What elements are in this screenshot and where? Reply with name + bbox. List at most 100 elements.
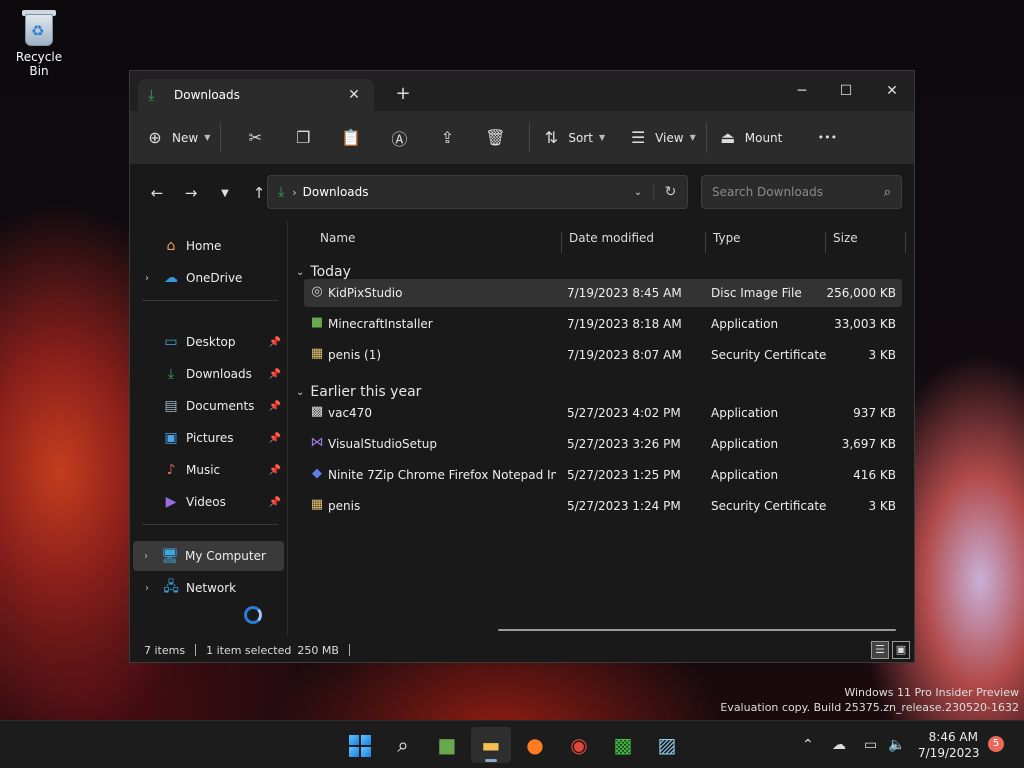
tab-close-icon[interactable]: ✕ [344,87,364,103]
chevron-down-icon: ⌄ [296,266,305,278]
file-size: 3 KB [868,348,896,362]
taskbar-image-app[interactable]: ▨ [647,727,687,763]
network-icon: 🖧 [163,579,179,595]
taskbar-firefox[interactable]: ● [515,727,555,763]
share-button[interactable]: ⇪ [423,120,471,156]
details-view-icon: ☰ [875,643,885,656]
recycle-bin-shortcut[interactable]: ♻ Recycle Bin [6,8,72,78]
tiles-view-icon: ▣ [895,643,907,656]
group-header-earlier-this-year[interactable]: ⌄ Earlier this year [296,384,421,400]
show-hidden-icons-button[interactable]: ⌃ [802,721,814,768]
pin-icon[interactable]: 📌 [265,433,285,444]
sidebar-item-desktop[interactable]: ▭ Desktop 📌 [134,327,285,357]
file-row[interactable]: ▦ penis (1) 7/19/2023 8:07 AM Security C… [304,341,902,369]
taskbar-file-explorer[interactable]: ▬ [471,727,511,763]
minimize-button[interactable]: ─ [782,77,822,105]
column-header-date[interactable]: Date modified [569,231,654,245]
pin-icon[interactable]: 📌 [265,401,285,412]
file-row[interactable]: ▩ vac470 5/27/2023 4:02 PM Application 9… [304,399,902,427]
file-row[interactable]: ⋈ VisualStudioSetup 5/27/2023 3:26 PM Ap… [304,430,902,458]
sidebar-item-music[interactable]: ♪ Music 📌 [134,455,285,485]
group-label: Today [310,264,351,280]
forward-button[interactable]: → [174,184,208,202]
copy-button[interactable]: ❐ [279,120,327,156]
taskbar: ⌕ ■ ▬ ● ◉ ▩ ▨ ⌃ ☁ ▭ 🔈 8:46 AM 7/19/2023 … [0,720,1024,768]
clock-date: 7/19/2023 [918,746,980,760]
sidebar-item-videos[interactable]: ▶ Videos 📌 [134,487,285,517]
file-name: penis (1) [328,348,382,362]
new-tab-button[interactable]: + [392,83,414,104]
sidebar-item-pictures[interactable]: ▣ Pictures 📌 [134,423,285,453]
cut-button[interactable]: ✂ [231,120,279,156]
search-icon[interactable]: ⌕ [884,185,891,200]
taskbar-chrome[interactable]: ◉ [559,727,599,763]
sidebar-item-my-computer[interactable]: › 🖥 My Computer [133,541,284,571]
chevron-right-icon[interactable]: › [134,583,160,594]
sidebar-divider [142,300,278,301]
sidebar-item-network[interactable]: › 🖧 Network [134,573,285,603]
chevron-right-icon[interactable]: › [133,551,159,562]
pin-icon[interactable]: 📌 [265,465,285,476]
pin-icon[interactable]: 📌 [265,369,285,380]
tab-downloads[interactable]: ⤓ Downloads ✕ [138,79,374,111]
address-bar[interactable]: ⤓ › Downloads ⌄ ↻ [267,175,688,209]
chevron-right-icon[interactable]: › [134,273,160,284]
sort-button[interactable]: ⇅ Sort ▼ [540,120,605,156]
search-input[interactable] [712,185,884,199]
group-header-today[interactable]: ⌄ Today [296,264,351,280]
delete-button[interactable]: 🗑 [471,120,519,156]
column-header-name[interactable]: Name [320,231,355,245]
column-divider[interactable] [705,231,706,253]
back-button[interactable]: ← [140,184,174,202]
tiles-view-button[interactable]: ▣ [892,641,910,659]
sidebar-item-home[interactable]: ⌂ Home [134,231,285,261]
notification-badge[interactable]: 5 [988,736,1004,752]
list-view-icon: ☰ [630,128,646,147]
taskbar-minecraft[interactable]: ■ [427,727,467,763]
view-button[interactable]: ☰ View ▼ [627,120,696,156]
chevron-down-icon: ▼ [204,133,211,142]
new-button[interactable]: ⊕ New ▼ [144,120,210,156]
search-box[interactable]: ⌕ [701,175,902,209]
file-row[interactable]: ▦ penis 5/27/2023 1:24 PM Security Certi… [304,492,902,520]
sidebar-item-onedrive[interactable]: › ☁ OneDrive [134,263,285,293]
address-history-dropdown[interactable]: ⌄ [623,187,653,198]
column-header-size[interactable]: Size [833,231,858,245]
volume-icon[interactable]: 🔈 [888,721,905,768]
sidebar-item-documents[interactable]: ▤ Documents 📌 [134,391,285,421]
column-divider[interactable] [905,231,906,253]
pin-icon[interactable]: 📌 [265,337,285,348]
address-path[interactable]: Downloads [303,185,623,199]
cloud-offline-icon[interactable]: ☁ [832,721,846,768]
pictures-icon: ▣ [164,430,178,446]
file-row[interactable]: ■ MinecraftInstaller 7/19/2023 8:18 AM A… [304,310,902,338]
column-divider[interactable] [561,231,562,253]
start-button[interactable] [338,727,378,763]
column-divider[interactable] [825,231,826,253]
system-clock[interactable]: 8:46 AM 7/19/2023 [918,729,980,761]
taskbar-creeper-app[interactable]: ▩ [603,727,643,763]
pin-icon[interactable]: 📌 [265,497,285,508]
more-options-button[interactable]: ••• [812,120,842,156]
file-type: Disc Image File [711,286,802,300]
arrow-up-icon: ↑ [252,184,266,202]
close-button[interactable]: ✕ [872,77,912,105]
mount-button[interactable]: ⏏ Mount [717,120,782,156]
taskbar-search-button[interactable]: ⌕ [383,727,423,763]
file-type: Security Certificate [711,348,827,362]
sidebar-item-label: Desktop [186,335,236,349]
horizontal-scrollbar[interactable] [498,629,896,631]
details-view-button[interactable]: ☰ [871,641,889,659]
refresh-button[interactable]: ↻ [653,184,687,200]
file-row[interactable]: ◆ Ninite 7Zip Chrome Firefox Notepad Ins… [304,461,902,489]
network-status-icon[interactable]: ▭ [864,721,877,768]
column-header-type[interactable]: Type [713,231,741,245]
maximize-button[interactable]: ☐ [826,77,866,105]
rename-button[interactable]: Ⓐ [375,120,423,156]
file-date: 7/19/2023 8:07 AM [567,348,682,362]
status-divider [195,644,197,656]
file-row[interactable]: ◎ KidPixStudio 7/19/2023 8:45 AM Disc Im… [304,279,902,307]
recent-locations-button[interactable]: ▼ [208,188,242,199]
sidebar-item-downloads[interactable]: ⤓ Downloads 📌 [134,359,285,389]
paste-button[interactable]: 📋 [327,120,375,156]
